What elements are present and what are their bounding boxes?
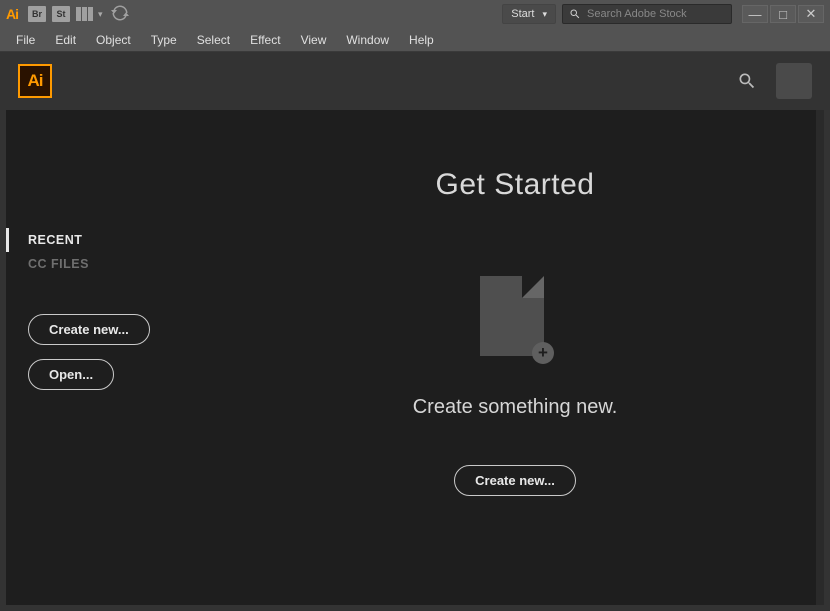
arrange-documents-icon[interactable] bbox=[76, 7, 94, 21]
workspace-switcher[interactable]: Start ▾ bbox=[502, 4, 556, 24]
workspace-area: Ai RECENT CC FILES Create new... Open...… bbox=[0, 52, 830, 611]
menu-type[interactable]: Type bbox=[141, 30, 187, 50]
menu-window[interactable]: Window bbox=[336, 30, 399, 50]
chevron-down-icon: ▾ bbox=[542, 9, 547, 20]
page-title: Get Started bbox=[436, 168, 595, 202]
subtitle: Create something new. bbox=[413, 396, 618, 419]
menu-object[interactable]: Object bbox=[86, 30, 141, 50]
sidebar-actions: Create new... Open... bbox=[28, 314, 206, 390]
app-abbrev: Ai bbox=[6, 6, 18, 22]
chevron-down-icon[interactable]: ▾ bbox=[98, 9, 103, 20]
search-icon bbox=[569, 8, 581, 20]
open-button[interactable]: Open... bbox=[28, 359, 114, 390]
start-main: Get Started + Create something new. Crea… bbox=[206, 110, 824, 605]
tab-cc-files[interactable]: CC FILES bbox=[6, 252, 206, 276]
search-stock-input[interactable]: Search Adobe Stock bbox=[562, 4, 732, 24]
workspace-label: Start bbox=[511, 8, 534, 20]
stock-badge-icon[interactable]: St bbox=[52, 6, 70, 22]
sidebar-tabs: RECENT CC FILES bbox=[6, 228, 206, 276]
ai-logo-box: Ai bbox=[18, 64, 52, 98]
start-content: RECENT CC FILES Create new... Open... Ge… bbox=[6, 110, 824, 605]
sync-icon[interactable] bbox=[111, 4, 129, 25]
menu-edit[interactable]: Edit bbox=[45, 30, 86, 50]
create-new-button-main[interactable]: Create new... bbox=[454, 465, 576, 496]
account-avatar[interactable] bbox=[776, 63, 812, 99]
menu-select[interactable]: Select bbox=[187, 30, 240, 50]
search-placeholder: Search Adobe Stock bbox=[587, 8, 687, 20]
bridge-badge-icon[interactable]: Br bbox=[28, 6, 46, 22]
menu-help[interactable]: Help bbox=[399, 30, 444, 50]
title-bar: Ai Br St ▾ Start ▾ Search Adobe Stock — … bbox=[0, 0, 830, 28]
create-new-button[interactable]: Create new... bbox=[28, 314, 150, 345]
menu-effect[interactable]: Effect bbox=[240, 30, 290, 50]
tab-recent[interactable]: RECENT bbox=[6, 228, 206, 252]
window-controls: — □ ✕ bbox=[740, 5, 824, 23]
new-document-icon: + bbox=[480, 276, 550, 362]
start-sidebar: RECENT CC FILES Create new... Open... bbox=[6, 110, 206, 605]
close-button[interactable]: ✕ bbox=[798, 5, 824, 23]
start-header: Ai bbox=[0, 52, 830, 110]
minimize-button[interactable]: — bbox=[742, 5, 768, 23]
menu-bar: File Edit Object Type Select Effect View… bbox=[0, 28, 830, 52]
menu-view[interactable]: View bbox=[291, 30, 337, 50]
search-button[interactable] bbox=[732, 66, 762, 96]
search-icon bbox=[737, 71, 757, 91]
menu-file[interactable]: File bbox=[6, 30, 45, 50]
vertical-scrollbar[interactable] bbox=[816, 110, 824, 605]
maximize-button[interactable]: □ bbox=[770, 5, 796, 23]
plus-icon: + bbox=[532, 342, 554, 364]
